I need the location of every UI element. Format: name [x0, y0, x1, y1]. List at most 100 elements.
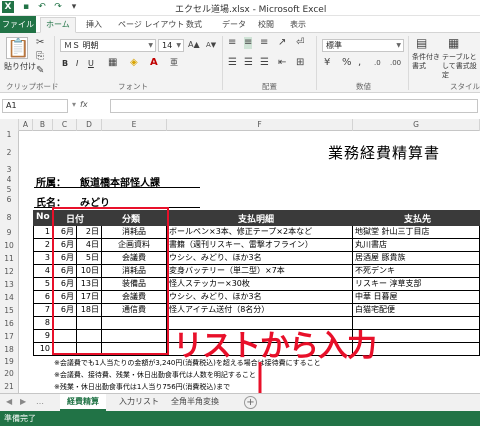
table-cell-detail[interactable]: 書籍（週刊リスキー、雷撃オフライン） — [167, 239, 353, 252]
font-size-combo[interactable]: 14 ▼ — [158, 39, 184, 52]
tab-file[interactable]: ファイル — [0, 16, 36, 33]
copy-icon[interactable]: ⎘ — [36, 51, 44, 63]
align-top-icon[interactable]: ≡ — [228, 37, 236, 49]
align-left-icon[interactable]: ☰ — [228, 57, 237, 69]
bold-button[interactable]: B — [62, 59, 68, 68]
save-icon[interactable]: ▪ — [20, 1, 32, 13]
table-cell-no[interactable]: 9 — [33, 330, 53, 343]
sheet-tab-expense[interactable]: 経費精算 — [60, 394, 106, 411]
increase-decimal-icon[interactable]: .0 — [374, 57, 381, 69]
table-cell-detail[interactable]: 怪人アイテム送付（8名分） — [167, 304, 353, 317]
fill-color-icon[interactable]: ◈ — [130, 57, 138, 69]
tab-view[interactable]: 表示 — [290, 18, 306, 32]
column-header-b[interactable]: B — [33, 119, 53, 131]
scroll-prev-sheet-icon[interactable]: ◀ — [6, 397, 12, 406]
table-cell-detail[interactable]: ボールペン×3本、修正テープ×2本など — [167, 226, 353, 239]
column-header-g[interactable]: G — [353, 119, 480, 131]
undo-icon[interactable]: ↶ — [36, 1, 48, 13]
table-cell-no[interactable]: 1 — [33, 226, 53, 239]
align-right-icon[interactable]: ☰ — [260, 57, 269, 69]
tab-insert[interactable]: 挿入 — [86, 18, 102, 32]
table-cell-detail[interactable]: ウシシ、みどり、ほか3名 — [167, 291, 353, 304]
column-header-e[interactable]: E — [102, 119, 167, 131]
conditional-formatting-icon[interactable]: ▤ — [416, 37, 427, 49]
italic-button[interactable]: I — [76, 59, 78, 68]
table-cell-no[interactable]: 5 — [33, 278, 53, 291]
borders-icon[interactable]: ▦ — [108, 57, 117, 69]
row-header[interactable]: 21 — [0, 380, 19, 393]
row-header[interactable]: 2 — [0, 139, 19, 167]
font-color-icon[interactable]: A — [150, 57, 158, 69]
insert-function-icon[interactable]: fx — [80, 100, 88, 109]
font-name-combo[interactable]: ＭＳ 明朝 ▼ — [60, 39, 156, 52]
currency-icon[interactable]: ¥ — [324, 57, 330, 69]
merge-center-icon[interactable]: ⊞ — [296, 57, 304, 69]
table-cell-detail[interactable]: 怪人ステッカー×30枚 — [167, 278, 353, 291]
table-cell-detail[interactable]: 変身バッテリー（単二型）×7本 — [167, 265, 353, 278]
decrease-decimal-icon[interactable]: .00 — [390, 57, 401, 69]
underline-button[interactable]: U — [88, 59, 94, 68]
table-cell-no[interactable]: 4 — [33, 265, 53, 278]
table-cell-payee[interactable]: 不死デンキ — [353, 265, 480, 278]
name-box[interactable]: A1 — [2, 99, 68, 113]
shrink-font-icon[interactable]: A▼ — [206, 39, 216, 51]
customize-quick-access-icon[interactable]: ▾ — [68, 1, 80, 13]
align-bottom-icon[interactable]: ≡ — [260, 37, 268, 49]
table-cell-no[interactable]: 3 — [33, 252, 53, 265]
tab-home[interactable]: ホーム — [40, 17, 76, 33]
table-cell-no[interactable]: 7 — [33, 304, 53, 317]
column-header-c[interactable]: C — [53, 119, 77, 131]
chevron-down-icon: ▼ — [148, 42, 153, 49]
column-header-d[interactable]: D — [77, 119, 102, 131]
column-header-a[interactable]: A — [19, 119, 33, 131]
table-cell-no[interactable]: 6 — [33, 291, 53, 304]
number-format-combo[interactable]: 標準 ▼ — [322, 39, 404, 52]
wrap-text-icon[interactable]: ⏎ — [296, 37, 304, 49]
tab-data[interactable]: データ — [222, 18, 246, 32]
sheet-tab-width-convert[interactable]: 全角半角変換 — [164, 394, 226, 411]
font-group-label: フォント — [118, 82, 148, 91]
table-cell-payee[interactable]: 丸川書店 — [353, 239, 480, 252]
row-header[interactable]: 19 — [0, 356, 19, 368]
row-header[interactable]: 8 — [0, 210, 19, 226]
format-painter-icon[interactable]: ✎ — [36, 65, 44, 77]
table-cell-payee[interactable]: 白猫宅配便 — [353, 304, 480, 317]
align-middle-icon[interactable]: ≡ — [244, 37, 253, 49]
column-header-f[interactable]: F — [167, 119, 353, 131]
redo-icon[interactable]: ↷ — [52, 1, 64, 13]
table-cell-payee[interactable]: リスキー 淳草支部 — [353, 278, 480, 291]
tab-page-layout[interactable]: ページ レイアウト — [118, 18, 184, 32]
percent-icon[interactable]: % — [342, 57, 352, 69]
cut-icon[interactable]: ✂ — [36, 37, 44, 49]
orientation-icon[interactable]: ↗ — [278, 37, 286, 49]
tab-formulas[interactable]: 数式 — [186, 18, 202, 32]
name-box-dropdown-icon[interactable]: ▾ — [72, 100, 76, 109]
ellipsis-icon[interactable]: … — [36, 397, 44, 406]
chevron-down-icon: ▼ — [396, 42, 401, 49]
row-header[interactable]: 1 — [0, 131, 19, 139]
table-cell-payee[interactable]: 地獄堂 針山三丁目店 — [353, 226, 480, 239]
formula-input[interactable] — [110, 99, 478, 113]
table-cell-payee[interactable]: 居酒屋 豚貴族 — [353, 252, 480, 265]
indent-icon[interactable]: ⇤ — [278, 57, 286, 69]
scroll-next-sheet-icon[interactable]: ▶ — [20, 397, 26, 406]
format-as-table-button[interactable]: テーブルとして書式設定 — [442, 53, 478, 80]
tab-review[interactable]: 校閲 — [258, 18, 274, 32]
align-center-icon[interactable]: ☰ — [244, 57, 253, 69]
paste-icon[interactable]: 📋 — [6, 37, 29, 59]
phonetic-guide-icon[interactable]: 亜 — [170, 57, 178, 69]
conditional-formatting-button[interactable]: 条件付き書式 — [412, 53, 440, 71]
table-cell-no[interactable]: 10 — [33, 343, 53, 356]
table-cell-no[interactable]: 8 — [33, 317, 53, 330]
grow-font-icon[interactable]: A▲ — [188, 39, 200, 51]
row-header[interactable]: 6 — [0, 193, 19, 207]
table-cell-detail[interactable]: ウシシ、みどり、ほか3名 — [167, 252, 353, 265]
table-cell-no[interactable]: 2 — [33, 239, 53, 252]
format-as-table-icon[interactable]: ▦ — [448, 37, 459, 49]
add-sheet-icon[interactable]: + — [244, 396, 257, 409]
row-header[interactable]: 20 — [0, 368, 19, 380]
sheet-tab-input-list[interactable]: 入力リスト — [112, 394, 166, 411]
paste-button[interactable]: 貼り付け — [4, 61, 36, 72]
comma-style-icon[interactable]: , — [358, 57, 361, 69]
table-cell-payee[interactable]: 中華 日暮屋 — [353, 291, 480, 304]
